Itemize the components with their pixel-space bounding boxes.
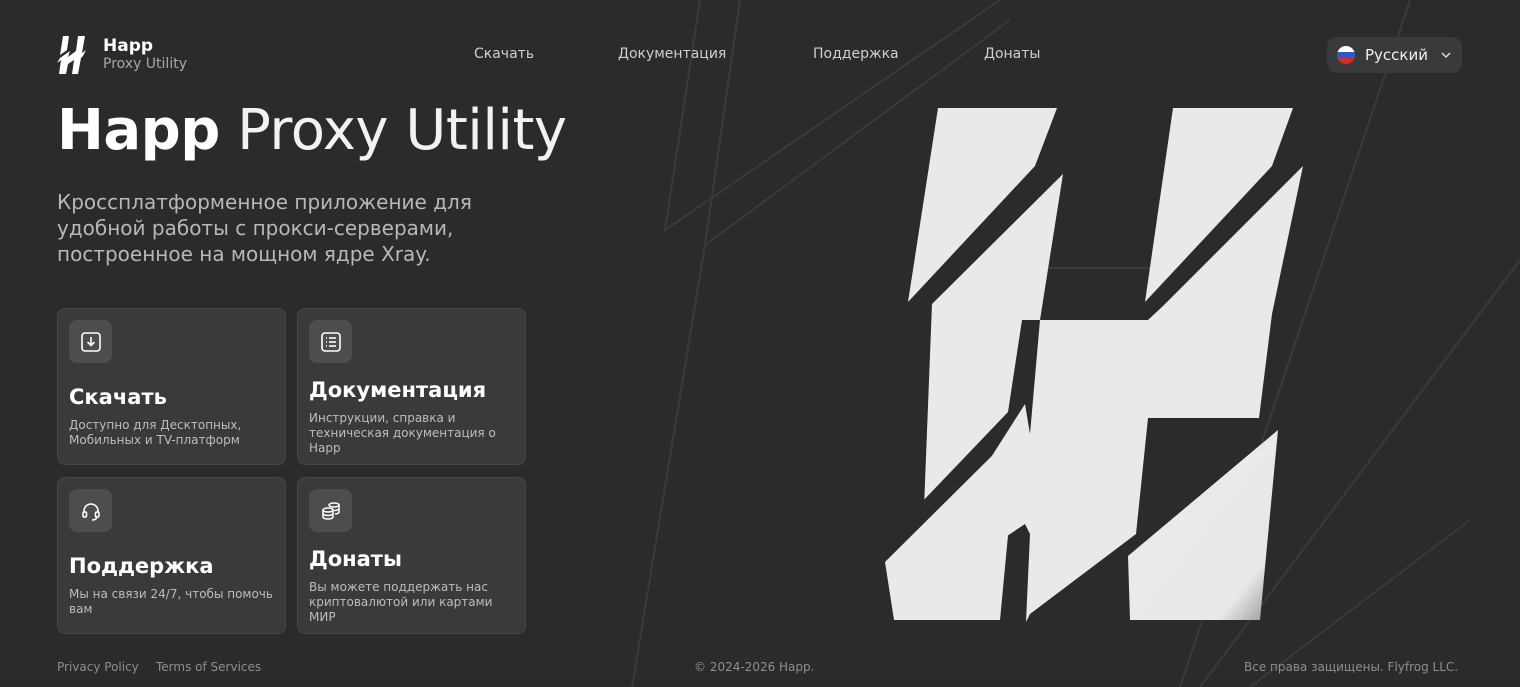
russia-flag-icon — [1337, 46, 1355, 64]
terms-of-services-link[interactable]: Terms of Services — [156, 660, 261, 674]
card-title: Документация — [309, 378, 487, 402]
hero-title-light: Proxy Utility — [237, 98, 567, 163]
main-nav: Скачать Документация Поддержка Донаты — [0, 46, 1520, 66]
coins-icon — [321, 501, 340, 520]
hero-title: Happ Proxy Utility — [57, 98, 567, 163]
headset-icon — [81, 502, 100, 521]
language-label: Русский — [1365, 46, 1428, 64]
card-description: Мы на связи 24/7, чтобы помочь вам — [69, 587, 273, 616]
nav-download[interactable]: Скачать — [474, 46, 534, 62]
card-description: Вы можете поддержать нас криптовалютой и… — [309, 580, 493, 624]
card-documentation[interactable]: Документация Инструкции, справка и техни… — [297, 308, 526, 465]
card-title: Скачать — [69, 385, 167, 409]
privacy-policy-link[interactable]: Privacy Policy — [57, 660, 139, 674]
hero-description: Кроссплатформенное приложение для удобно… — [57, 190, 472, 266]
card-description: Инструкции, справка и техническая докуме… — [309, 411, 496, 455]
page: Happ Proxy Utility Скачать Документация … — [0, 0, 1520, 687]
card-support[interactable]: Поддержка Мы на связи 24/7, чтобы помочь… — [57, 477, 286, 634]
hero-title-bold: Happ — [57, 98, 220, 163]
chevron-down-icon — [1441, 52, 1451, 59]
nav-support[interactable]: Поддержка — [813, 46, 899, 62]
documentation-icon — [320, 331, 341, 352]
happ-large-logo-icon — [884, 108, 1303, 622]
card-description: Доступно для Десктопных, Мобильных и TV-… — [69, 418, 242, 447]
card-title: Донаты — [309, 547, 402, 571]
card-download[interactable]: Скачать Доступно для Десктопных, Мобильн… — [57, 308, 286, 465]
nav-donations[interactable]: Донаты — [984, 46, 1040, 62]
download-icon — [80, 331, 101, 352]
card-donations[interactable]: Донаты Вы можете поддержать нас криптова… — [297, 477, 526, 634]
copyright-text: © 2024-2026 Happ. — [694, 660, 815, 674]
card-title: Поддержка — [69, 554, 214, 578]
language-selector[interactable]: Русский — [1327, 37, 1462, 73]
nav-documentation[interactable]: Документация — [618, 46, 726, 62]
rights-text: Все права защищены. Flyfrog LLC. — [1244, 660, 1459, 674]
